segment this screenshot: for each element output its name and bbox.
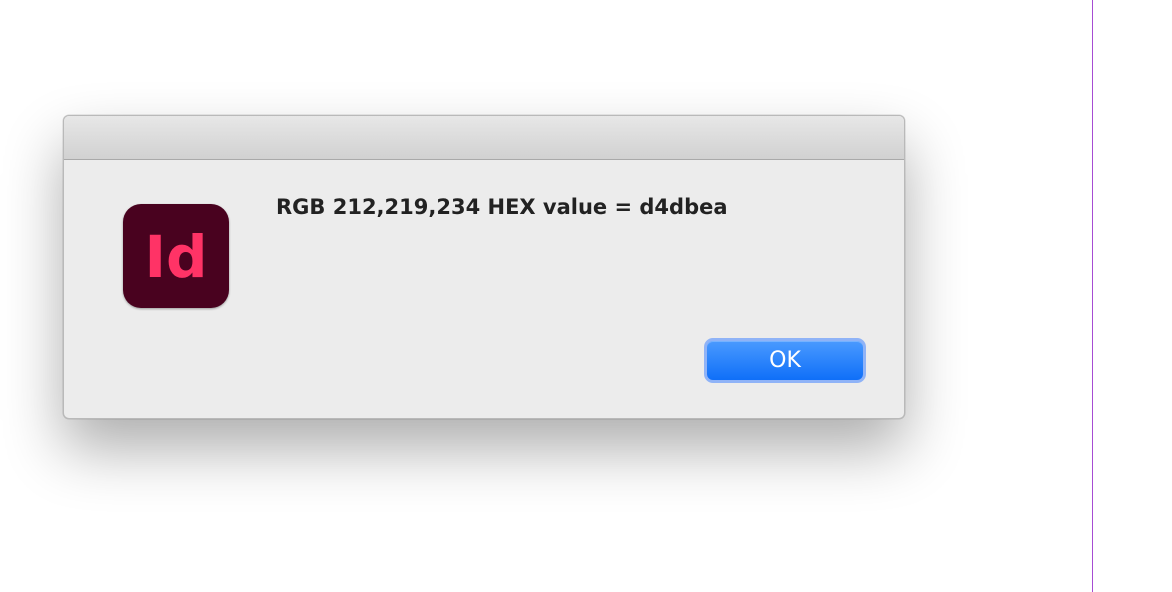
ok-button[interactable]: OK bbox=[704, 338, 866, 383]
alert-dialog: Id RGB 212,219,234 HEX value = d4dbea OK bbox=[63, 115, 905, 419]
indesign-logo-text: Id bbox=[144, 223, 207, 291]
indesign-app-icon: Id bbox=[123, 204, 229, 308]
dialog-message: RGB 212,219,234 HEX value = d4dbea bbox=[276, 195, 728, 219]
indesign-logo-icon: Id bbox=[144, 223, 207, 291]
dialog-title-bar[interactable] bbox=[64, 116, 904, 160]
page-guide-line bbox=[1092, 0, 1093, 592]
